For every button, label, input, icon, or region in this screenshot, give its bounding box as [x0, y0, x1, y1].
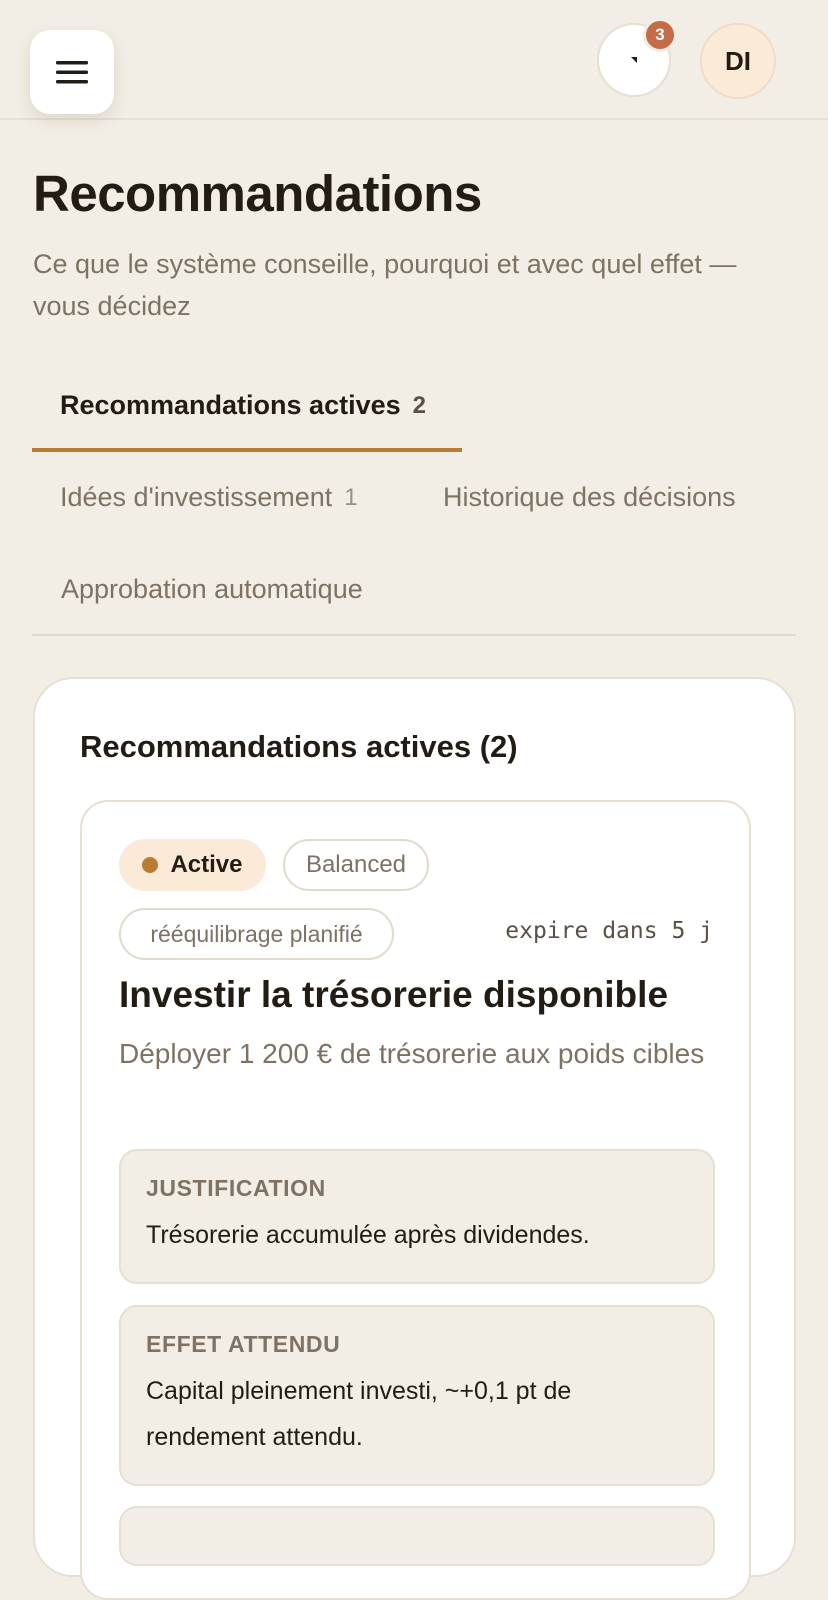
tab-label: Historique des décisions [443, 482, 736, 512]
recommendation-title: Investir la trésorerie disponible [119, 974, 669, 1015]
justification-box: JUSTIFICATION Trésorerie accumulée après… [119, 1149, 715, 1284]
tab-count: 2 [412, 391, 426, 419]
status-label: Active [170, 851, 243, 878]
expected-effect-label: EFFET ATTENDU [146, 1331, 341, 1357]
tab-bar: Recommandations actives 2 Idées d'invest… [32, 372, 796, 636]
justification-text: Trésorerie accumulée après dividendes. [146, 1221, 590, 1249]
panel-title: Recommandations actives (2) [80, 729, 518, 764]
notification-count-badge: 3 [643, 18, 677, 52]
trigger-badge: rééquilibrage planifié [119, 908, 394, 960]
expected-effect-text: Capital pleinement investi, ~+0,1 pt de … [146, 1377, 572, 1451]
tab-auto-approval[interactable]: Approbation automatique [61, 574, 363, 605]
tab-decision-history[interactable]: Historique des décisions [443, 482, 736, 513]
tab-label: Idées d'investissement [60, 482, 333, 512]
progress-ring-icon [631, 57, 637, 63]
next-info-box [119, 1506, 715, 1566]
tab-investment-ideas[interactable]: Idées d'investissement 1 [60, 482, 358, 513]
active-tab-indicator [32, 448, 462, 452]
recommendation-card[interactable]: Active Balanced rééquilibrage planifié e… [80, 800, 751, 1600]
page-subtitle: Ce que le système conseille, pourquoi et… [33, 249, 737, 321]
status-badge: Active [119, 839, 266, 891]
recommendation-description: Déployer 1 200 € de trésorerie aux poids… [119, 1038, 705, 1069]
user-avatar[interactable]: DI [700, 23, 776, 99]
active-recommendations-panel: Recommandations actives (2) Active Balan… [33, 677, 796, 1600]
page-title: Recommandations [33, 165, 482, 222]
hamburger-menu-icon [56, 61, 88, 84]
status-dot-icon [142, 857, 159, 873]
expected-effect-box: EFFET ATTENDU Capital pleinement investi… [119, 1305, 715, 1486]
tab-label: Approbation automatique [61, 574, 363, 604]
tab-count: 1 [344, 483, 358, 511]
tab-label: Recommandations actives [60, 390, 401, 420]
top-bar: 3 DI [0, 0, 828, 120]
tab-active-recommendations[interactable]: Recommandations actives 2 [60, 390, 426, 421]
profile-badge: Balanced [283, 839, 429, 891]
menu-button[interactable] [30, 30, 114, 114]
expiry-label: expire dans 5 j [505, 918, 713, 944]
justification-label: JUSTIFICATION [146, 1175, 326, 1201]
